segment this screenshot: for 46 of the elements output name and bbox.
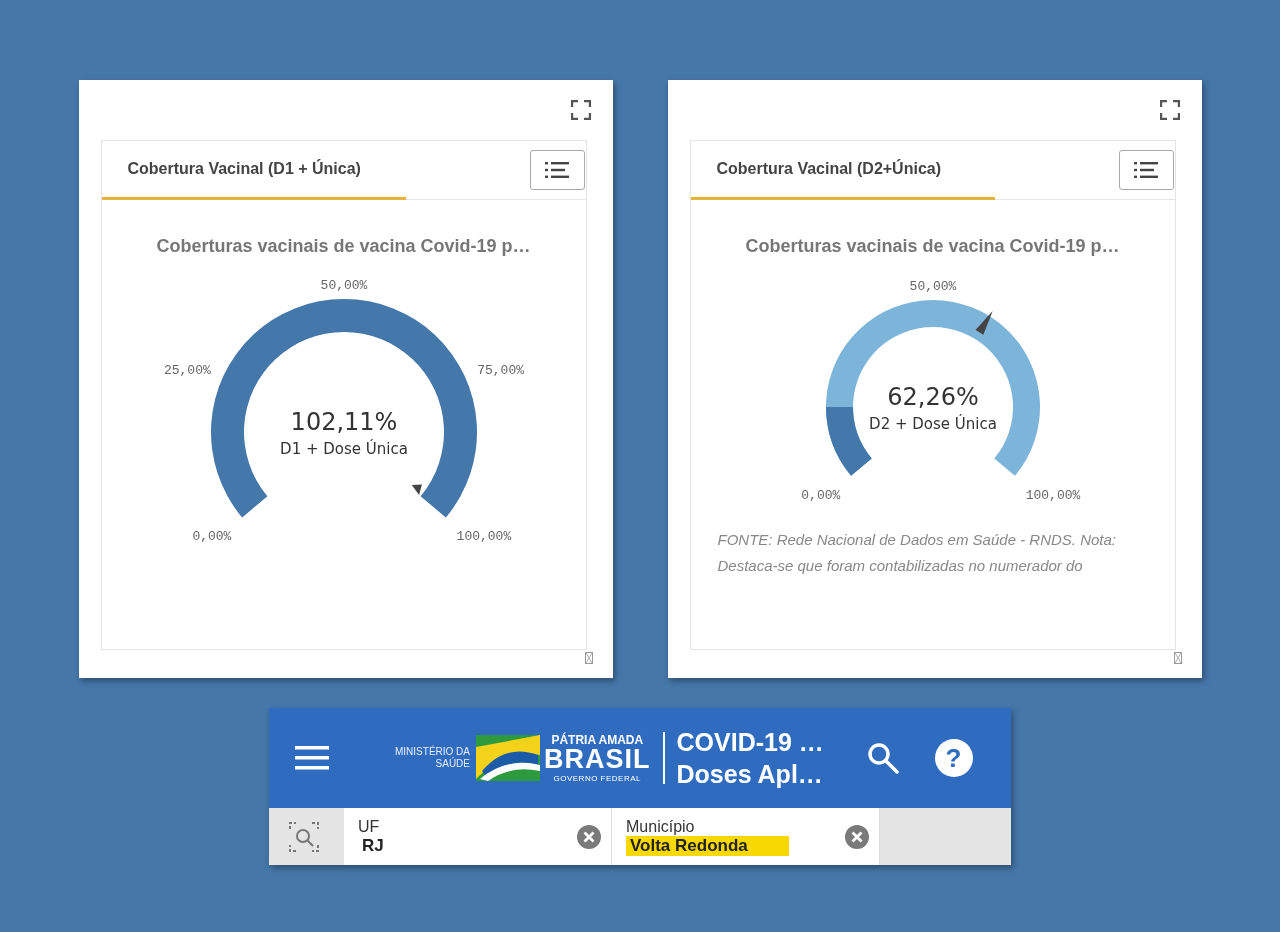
tick-label: 0,00% [191, 529, 231, 545]
slogan-text: PÁTRIA AMADA [551, 733, 644, 746]
filter-label: UF [358, 817, 381, 836]
search-icon[interactable] [866, 742, 899, 774]
gauge-caption: D1 + Dose Única [279, 440, 408, 458]
tick-label: 100,00% [1025, 487, 1080, 503]
tick-label: 25,00% [163, 362, 211, 378]
flag-logo-icon [476, 735, 540, 781]
expand-icon[interactable] [570, 100, 591, 120]
tick-label: 50,00% [909, 279, 956, 294]
tick-label: 50,00% [320, 278, 367, 293]
app-title: COVID-19 … [676, 727, 825, 758]
filter-label: Município [626, 817, 696, 836]
filter-value: RJ [361, 835, 385, 856]
tick-label: 100,00% [456, 529, 511, 545]
gauge-caption: D2 + Dose Única [868, 415, 997, 433]
tick-label: 75,00% [476, 362, 524, 378]
list-icon [545, 162, 569, 178]
expand-icon[interactable] [1159, 100, 1180, 120]
help-button[interactable]: ? [934, 739, 973, 777]
list-icon [1134, 162, 1158, 178]
footnote: FONTE: Rede Nacional de Dados em Saúde - RNDS. Nota: Destaca-se que foram contabilizadas no numerador do [717, 530, 1117, 576]
value-marker [411, 484, 422, 495]
ministry-label: SAÚDE [435, 758, 470, 770]
filter-field[interactable]: Município Volta Redonda [612, 808, 880, 865]
gauge-value: 102,11% [290, 408, 397, 436]
clear-icon[interactable] [845, 824, 869, 849]
tick-label: 0,00% [800, 487, 840, 503]
app-title: Doses Apl… [676, 759, 824, 790]
filter-value: Volta Redonda [626, 835, 789, 856]
chart-tab[interactable]: Cobertura Vacinal (D2+Única) [690, 140, 995, 200]
menu-icon[interactable] [295, 746, 329, 770]
chart-tab[interactable]: Cobertura Vacinal (D1 + Única) [101, 140, 406, 200]
selection-search-icon[interactable] [289, 821, 319, 852]
list-menu-button[interactable] [1118, 150, 1174, 190]
resize-icon[interactable] [1173, 652, 1182, 664]
clear-icon[interactable] [577, 824, 601, 849]
ministry-label: MINISTÉRIO DA [395, 746, 470, 757]
brand-text: BRASIL [544, 745, 651, 773]
list-menu-button[interactable] [529, 150, 585, 190]
filter-field[interactable]: UF RJ [344, 808, 612, 865]
resize-icon[interactable] [584, 652, 593, 664]
government-label: GOVERNO FEDERAL [553, 774, 641, 783]
chart-title: Coberturas vacinais de vacina Covid-19 p… [156, 236, 531, 257]
chart-title: Coberturas vacinais de vacina Covid-19 p… [745, 236, 1120, 257]
gauge-value: 62,26% [886, 383, 979, 411]
